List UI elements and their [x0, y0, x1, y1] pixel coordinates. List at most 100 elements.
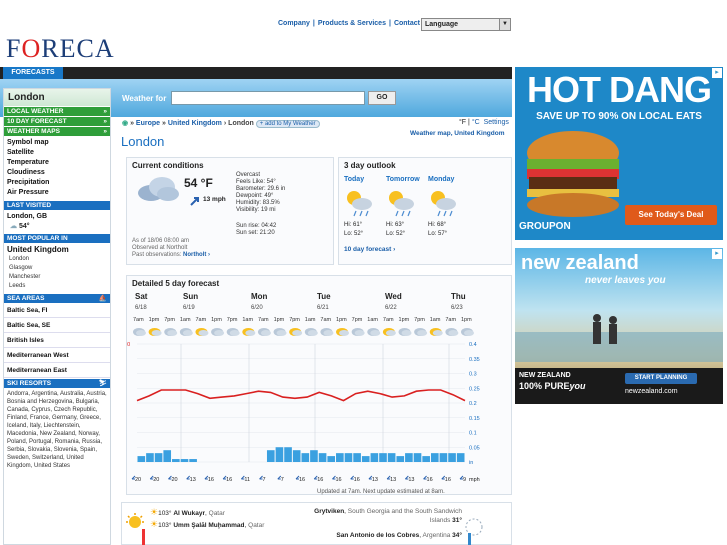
ad-headline: new zealand [521, 252, 639, 274]
add-to-my-weather-button[interactable]: + add to My Weather [255, 120, 320, 128]
forecast-weather-icon [429, 328, 443, 336]
foreca-logo[interactable]: FORECA [6, 34, 115, 64]
sidebar-weather-maps[interactable]: WEATHER MAPS » [4, 127, 110, 136]
sidebar-city: London [4, 89, 110, 106]
outlook-day[interactable]: Tomorrow [386, 176, 420, 183]
sea-area-link[interactable]: Baltic Sea, FI [4, 303, 110, 318]
forecast-weather-icon [461, 328, 474, 336]
forecast-date: 6/23 [451, 305, 463, 311]
map-link[interactable]: Air Pressure [4, 188, 110, 198]
extreme-hot-row: ☀103° Umm Şalāl Muḩammad, Qatar [150, 519, 265, 529]
popular-country[interactable]: United Kingdom [4, 243, 110, 255]
sidebar-label: SEA AREAS [7, 295, 45, 302]
extreme-place[interactable]: San Antonio de los Cobres [336, 532, 419, 539]
hour-label: 1am [242, 317, 253, 323]
contact-link[interactable]: Contact [394, 20, 420, 27]
language-select[interactable]: Language ▼ [421, 18, 511, 31]
forecast-chart: Sat 6/18 Sun 6/19 Mon 6/20 Tue 6/21 Wed 6/22 Thu 6/… [127, 292, 480, 495]
map-link[interactable]: Precipitation [4, 178, 110, 188]
wind-speed: 16 [445, 477, 451, 483]
forecast-weather-icon [351, 328, 365, 336]
forecast-weather-icon [179, 328, 193, 336]
sidebar-10-day[interactable]: 10 DAY FORECAST » [4, 117, 110, 126]
company-link[interactable]: Company [278, 20, 310, 27]
map-link[interactable]: Satellite [4, 148, 110, 158]
ad-choices-icon[interactable]: ▸ [712, 249, 722, 259]
outlook-lo: Lo: 52° [344, 231, 364, 237]
outlook-title: 3 day outlook [344, 161, 396, 170]
map-link[interactable]: Symbol map [4, 138, 110, 148]
weather-map-link[interactable]: Weather map, United Kingdom [410, 130, 505, 137]
go-button[interactable]: GO [368, 91, 396, 105]
forecast-day: Sun [183, 292, 198, 301]
groupon-ad[interactable]: HOT DANG SAVE UP TO 90% ON LOCAL EATS GR… [515, 67, 723, 240]
ski-resorts-list[interactable]: Andorra, Argentina, Australia, Austria, … [4, 388, 110, 472]
sun-icon: ☀ [150, 519, 159, 529]
precip-bar [430, 453, 439, 462]
precip-bar [387, 453, 396, 462]
hour-label: 1pm [336, 317, 347, 323]
extreme-place[interactable]: Grytviken [314, 508, 344, 515]
precip-bar [163, 450, 172, 462]
precip-bar [318, 453, 327, 462]
last-visited-city[interactable]: London, GB [4, 210, 110, 222]
popular-city-link[interactable]: Glasgow [4, 264, 110, 273]
map-link[interactable]: Cloudiness [4, 168, 110, 178]
ad-cta-button[interactable]: START PLANNING [625, 373, 697, 384]
cloud-icon: ☁ [10, 223, 17, 230]
precip-bar [344, 453, 353, 462]
precip-bar [448, 453, 456, 462]
ad-subline: SAVE UP TO 90% ON LOCAL EATS [536, 111, 702, 122]
sea-area-link[interactable]: British Isles [4, 333, 110, 348]
search-input[interactable] [171, 91, 365, 105]
sidebar-local-weather[interactable]: LOCAL WEATHER » [4, 107, 110, 116]
y-tick-right: 0.05 [469, 445, 480, 451]
hour-label: 1pm [211, 317, 222, 323]
popular-city-link[interactable]: London [4, 255, 110, 264]
popular-city-link[interactable]: Leeds [4, 282, 110, 291]
forecast-day: Mon [251, 292, 268, 301]
sea-area-link[interactable]: Baltic Sea, SE [4, 318, 110, 333]
map-link[interactable]: Temperature [4, 158, 110, 168]
past-observations-link[interactable]: Northolt › [183, 252, 210, 258]
unit-f[interactable]: °F [459, 119, 466, 126]
outlook-hi: Hi: 68° [428, 222, 447, 228]
ad-cta-button[interactable]: See Today's Deal [625, 205, 717, 225]
tab-forecasts[interactable]: FORECASTS [3, 67, 63, 79]
precip-bar [361, 456, 370, 462]
popular-city-link[interactable]: Manchester [4, 273, 110, 282]
unit-switcher: °F | °C Settings [459, 119, 509, 126]
unit-c[interactable]: °C [472, 119, 480, 126]
y-tick-right: in [469, 460, 473, 466]
wind-speed: 9 [463, 477, 466, 483]
breadcrumb-europe[interactable]: Europe [136, 120, 160, 127]
outlook-day[interactable]: Today [344, 176, 364, 183]
settings-link[interactable]: Settings [484, 119, 509, 126]
sea-area-link[interactable]: Mediterranean West [4, 348, 110, 363]
current-detail: Visibility: 19 mi [236, 207, 276, 213]
sea-area-link[interactable]: Mediterranean East [4, 363, 110, 378]
extreme-place[interactable]: Umm Şalāl Muḩammad [173, 522, 244, 529]
hour-label: 7pm [164, 317, 175, 323]
top-navigation: Company | Products & Services | Contact [278, 20, 420, 27]
precip-bar [379, 453, 387, 462]
heat-sun-icon [126, 513, 145, 545]
hour-label: 1pm [274, 317, 285, 323]
extreme-place[interactable]: Al Wukayr [173, 510, 205, 517]
products-link[interactable]: Products & Services [318, 20, 386, 27]
forecast-weather-icon [414, 328, 428, 336]
forecast-day: Sat [135, 292, 148, 301]
wind-speed: 16 [208, 477, 214, 483]
search-label: Weather for [122, 94, 167, 103]
current-detail: Dewpoint: 49° [236, 193, 274, 199]
ad-choices-icon[interactable]: ▸ [712, 68, 722, 78]
ten-day-link[interactable]: 10 day forecast › [344, 246, 395, 253]
hour-label: 7am [445, 317, 456, 323]
outlook-day[interactable]: Monday [428, 176, 454, 183]
hour-label: 7pm [352, 317, 363, 323]
unit-separator: | [468, 119, 470, 126]
breadcrumb-uk[interactable]: United Kingdom [168, 120, 222, 127]
precip-bar [301, 453, 310, 462]
five-day-title: Detailed 5 day forecast [132, 279, 220, 288]
new-zealand-ad[interactable]: new zealand never leaves you NEW ZEALAND… [515, 248, 723, 404]
